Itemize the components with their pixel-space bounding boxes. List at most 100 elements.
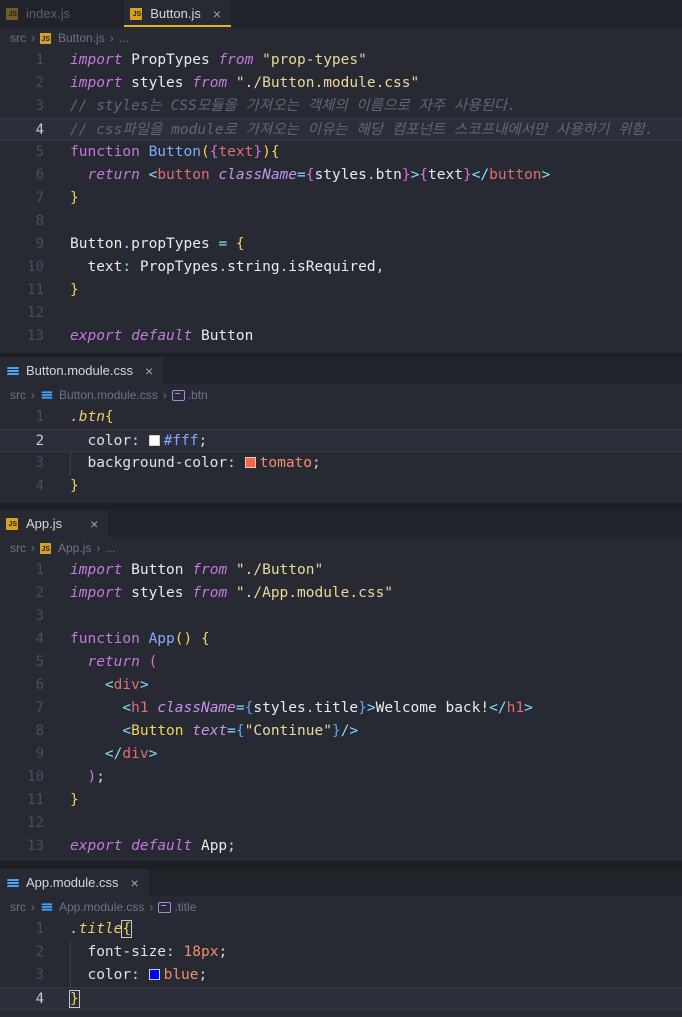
code-text: text: PropTypes.string.isRequired,: [87, 259, 385, 275]
code-line: 3: [0, 605, 682, 628]
css-file-icon: [6, 365, 20, 377]
breadcrumb-file[interactable]: App.module.css: [40, 900, 144, 914]
code-line-current: 4}: [0, 987, 682, 1010]
tab-bar: Button.module.css ×: [0, 357, 682, 384]
tab-label: App.module.css: [26, 875, 119, 890]
breadcrumb-symbol[interactable]: .btn: [171, 388, 208, 402]
tab-button-module-css[interactable]: Button.module.css ×: [0, 357, 164, 384]
close-icon[interactable]: ×: [213, 6, 221, 22]
selector-symbol-icon: [171, 389, 185, 401]
code-line: 8: [0, 210, 682, 233]
close-icon[interactable]: ×: [131, 875, 139, 891]
code-text: color: #fff;: [87, 433, 208, 449]
code-text: import styles from "./Button.module.css": [70, 75, 420, 91]
code-line: 11}: [0, 789, 682, 812]
line-number: 8: [35, 723, 44, 739]
close-icon: ×: [82, 6, 90, 22]
code-line: 3 // styles는 CSS모듈을 가져오는 객체의 이름으로 자주 사용된다…: [0, 95, 682, 118]
code-line: 9 Button.propTypes = {: [0, 233, 682, 256]
code-editor[interactable]: 1 import Button from "./Button" 2 import s…: [0, 559, 682, 858]
tab-bar: App.module.css ×: [0, 869, 682, 896]
code-editor[interactable]: 1 .btn{ 2 color: #fff; 3 background-color…: [0, 406, 682, 498]
code-text: return (: [87, 654, 158, 670]
breadcrumb-src[interactable]: src: [10, 900, 26, 914]
breadcrumb-symbol[interactable]: .title: [158, 900, 196, 914]
chevron-right-icon: ›: [31, 900, 35, 914]
editor-pane-button-css: Button.module.css × src › Button.module.…: [0, 357, 682, 503]
code-text: .btn{: [70, 409, 114, 425]
code-line: 6 <div>: [0, 674, 682, 697]
code-text: <h1 className={styles.title}>Welcome bac…: [122, 700, 533, 716]
breadcrumb: src › Button.module.css › .btn: [0, 384, 682, 406]
code-line: 5 return (: [0, 651, 682, 674]
line-number: 6: [35, 677, 44, 693]
line-number: 10: [27, 769, 44, 785]
code-line: 8 <Button text={"Continue"}/>: [0, 720, 682, 743]
code-text: font-size: 18px;: [87, 944, 228, 960]
line-number: 2: [35, 944, 44, 960]
tab-index-js[interactable]: JS index.js ×: [0, 0, 100, 27]
line-number: 2: [35, 585, 44, 601]
code-line: 13 export default Button: [0, 325, 682, 348]
line-number: 6: [35, 167, 44, 183]
js-file-icon: JS: [130, 7, 143, 20]
breadcrumb-src[interactable]: src: [10, 388, 26, 402]
breadcrumb-symbol[interactable]: ...: [105, 541, 115, 555]
selector-symbol-icon: [158, 901, 172, 913]
editor-pane-app-js: JS App.js × src › JS App.js › ... 1 import…: [0, 510, 682, 861]
breadcrumb-symbol[interactable]: ...: [119, 31, 129, 45]
line-number: 4: [35, 478, 44, 494]
line-number: 3: [35, 608, 44, 624]
line-number: 11: [27, 282, 44, 298]
breadcrumb-file-label: Button.module.css: [59, 388, 158, 402]
code-text: import styles from "./App.module.css": [70, 585, 394, 601]
tab-bar: JS App.js ×: [0, 510, 682, 537]
breadcrumb-file[interactable]: JS App.js: [40, 541, 91, 555]
tab-label: index.js: [26, 6, 71, 21]
code-line: 1 .title{: [0, 918, 682, 941]
color-swatch-blue[interactable]: [148, 969, 160, 980]
close-icon[interactable]: ×: [90, 516, 98, 532]
line-number: 4: [35, 631, 44, 647]
breadcrumb: src › JS Button.js › ...: [0, 27, 682, 49]
line-number: 1: [35, 921, 44, 937]
code-line: 1 .btn{: [0, 406, 682, 429]
code-text: }: [70, 792, 79, 808]
tab-button-js[interactable]: JS Button.js ×: [124, 0, 232, 27]
breadcrumb-file-label: App.js: [58, 541, 92, 555]
code-line: 1 import Button from "./Button": [0, 559, 682, 582]
code-line: 3 background-color: tomato;: [0, 452, 682, 475]
color-swatch-tomato[interactable]: [244, 457, 256, 468]
line-number: 4: [35, 991, 44, 1007]
close-icon[interactable]: ×: [145, 363, 153, 379]
tab-app-js[interactable]: JS App.js ×: [0, 510, 109, 537]
line-number: 1: [35, 409, 44, 425]
code-line: 2 import styles from "./App.module.css": [0, 582, 682, 605]
breadcrumb-src[interactable]: src: [10, 541, 26, 555]
code-line-current: 4 // css파일을 module로 가져오는 이유는 해당 컴포넌트 스코프내…: [0, 118, 682, 141]
line-number: 5: [35, 144, 44, 160]
code-comment: // css파일을 module로 가져오는 이유는 해당 컴포넌트 스코프내에…: [70, 122, 654, 138]
line-number: 5: [35, 654, 44, 670]
closing-brace: }: [69, 990, 80, 1008]
tab-app-module-css[interactable]: App.module.css ×: [0, 869, 149, 896]
chevron-right-icon: ›: [149, 900, 154, 914]
chevron-right-icon: ›: [96, 541, 101, 555]
breadcrumb-src[interactable]: src: [10, 31, 26, 45]
chevron-right-icon: ›: [31, 31, 35, 45]
breadcrumb-file[interactable]: Button.module.css: [40, 388, 158, 402]
code-line: 12: [0, 302, 682, 325]
code-editor[interactable]: 1 import PropTypes from "prop-types" 2 imp…: [0, 49, 682, 348]
line-number: 11: [27, 792, 44, 808]
line-number: 1: [35, 562, 44, 578]
code-text: }: [70, 478, 79, 494]
code-text: );: [87, 769, 105, 785]
color-swatch-white[interactable]: [148, 435, 160, 446]
breadcrumb-symbol-label: .title: [174, 900, 197, 914]
code-line-current: 2 color: #fff;: [0, 429, 682, 452]
code-editor[interactable]: 1 .title{ 2 font-size: 18px; 3 color: blu…: [0, 918, 682, 1010]
code-line: 13 export default App;: [0, 835, 682, 858]
breadcrumb-file[interactable]: JS Button.js: [40, 31, 105, 45]
tab-label: Button.js: [150, 6, 201, 21]
code-text: import Button from "./Button": [70, 562, 324, 578]
